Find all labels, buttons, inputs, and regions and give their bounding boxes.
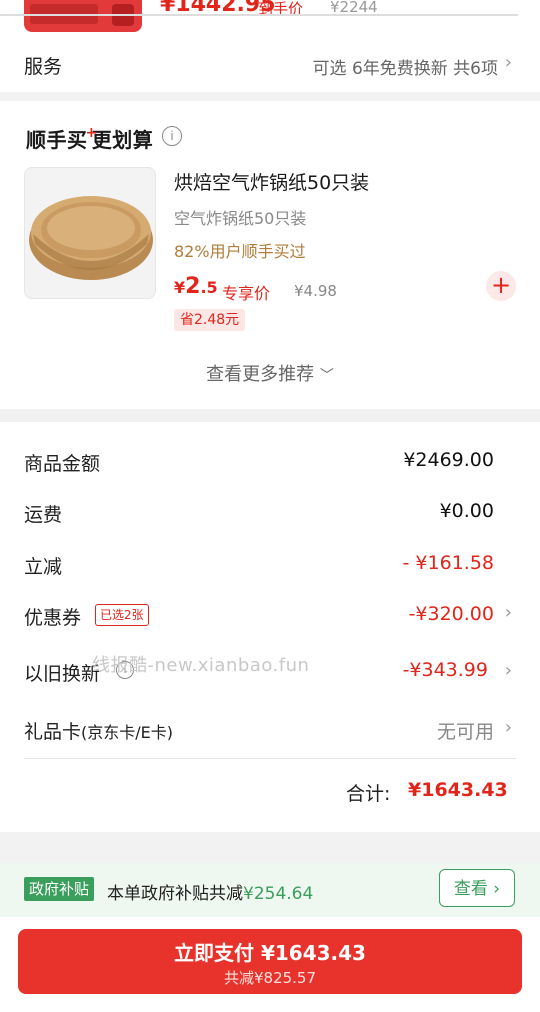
gift-card-label-main: 礼品卡 <box>24 721 82 743</box>
instant-discount-label: 立减 <box>24 556 63 578</box>
pay-now-button[interactable]: 立即支付 ¥1643.43 共减¥825.57 <box>18 929 522 994</box>
coupon-label: 优惠券 <box>24 607 82 629</box>
gift-card-value[interactable]: 无可用 <box>437 717 494 744</box>
chevron-down-icon: ﹀ <box>319 368 334 384</box>
see-more-label: 查看更多推荐 <box>206 364 315 385</box>
chevron-right-icon[interactable]: › <box>505 660 512 681</box>
recommend-title-part1: 顺手买 <box>26 128 88 152</box>
product-old-price: ¥4.98 <box>294 282 337 300</box>
service-label: 服务 <box>24 56 63 78</box>
total-label: 合计: <box>346 783 391 805</box>
goods-amount-value: ¥2469.00 <box>403 449 494 471</box>
view-subsidy-button[interactable]: 查看 › <box>439 869 515 907</box>
shipping-value: ¥0.00 <box>439 500 494 522</box>
product-image[interactable] <box>24 167 156 299</box>
info-icon[interactable]: i <box>162 126 182 146</box>
instant-discount-value: - ¥161.58 <box>402 552 494 574</box>
exclusive-label: 专享价 <box>222 284 271 303</box>
see-more-recommend[interactable]: 查看更多推荐 ﹀ <box>0 360 540 386</box>
plus-mark: + <box>85 125 98 141</box>
trade-in-value[interactable]: -¥343.99 <box>403 659 488 681</box>
coupon-value[interactable]: -¥320.00 <box>409 603 494 625</box>
total-value: ¥1643.43 <box>408 779 508 801</box>
product-thumbnail[interactable] <box>24 0 142 32</box>
gov-subsidy-amount: ¥254.64 <box>243 884 314 904</box>
chevron-right-icon: › <box>493 879 501 899</box>
add-to-cart-button[interactable]: + <box>486 271 516 301</box>
watermark: 线报酷-new.xianbao.fun <box>92 655 310 676</box>
shipping-label: 运费 <box>24 504 63 526</box>
chevron-right-icon[interactable]: › <box>505 717 512 738</box>
gov-subsidy-desc: 本单政府补贴共减 <box>107 884 243 904</box>
price-currency: ¥ <box>174 278 186 297</box>
product-price: ¥2.5 <box>174 274 218 299</box>
coupon-selected-badge: 已选2张 <box>95 604 149 626</box>
gov-subsidy-badge: 政府补贴 <box>24 877 95 901</box>
service-value[interactable]: 可选 6年免费换新 共6项 <box>313 54 498 79</box>
paper-liner-icon <box>29 196 153 280</box>
product-promo: 82%用户顺手买过 <box>174 242 306 261</box>
top-divider <box>0 14 518 16</box>
price-dec: .5 <box>200 278 218 297</box>
summary-divider <box>24 758 516 759</box>
goods-amount-label: 商品金额 <box>24 453 101 475</box>
trade-in-label: 以旧换新 <box>24 663 101 685</box>
chevron-right-icon[interactable]: › <box>505 52 512 73</box>
save-badge: 省2.48元 <box>174 309 246 331</box>
view-label: 查看 <box>453 879 488 899</box>
pay-discount-label: 共减¥825.57 <box>223 969 317 987</box>
gift-card-label: 礼品卡(京东卡/E卡) <box>24 717 173 744</box>
recommend-title-part2: 更划算 <box>91 128 154 152</box>
chevron-right-icon[interactable]: › <box>505 602 512 623</box>
gift-card-label-sub: (京东卡/E卡) <box>81 723 174 742</box>
pay-now-label: 立即支付 ¥1643.43 <box>174 941 366 965</box>
daoshou-label: 到手价 <box>258 0 304 18</box>
product-name[interactable]: 烘焙空气炸锅纸50只装 <box>174 168 369 195</box>
price-int: 2 <box>185 274 201 299</box>
product-subtitle: 空气炸锅纸50只装 <box>174 209 307 228</box>
recommend-title: 顺手买+更划算 <box>26 124 153 153</box>
gov-subsidy-text: 本单政府补贴共减¥254.64 <box>107 879 313 904</box>
